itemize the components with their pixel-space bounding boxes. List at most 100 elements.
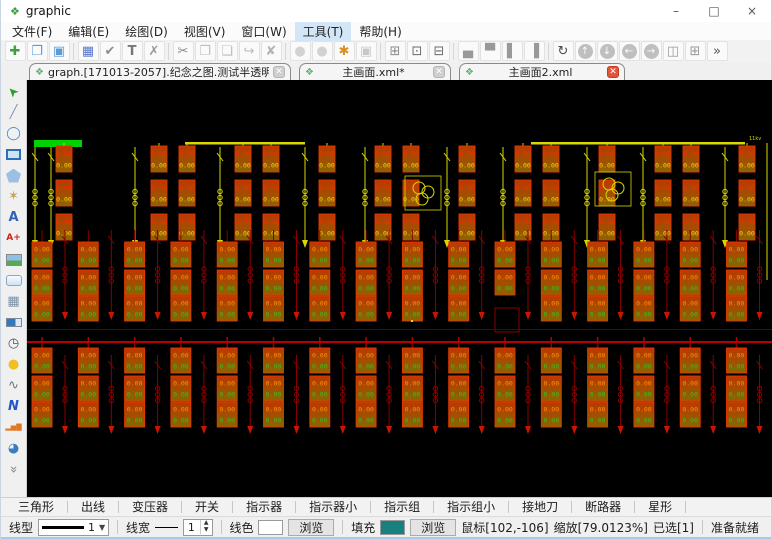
nav-left-icon[interactable]: ← bbox=[619, 41, 640, 61]
nav-right-icon[interactable]: → bbox=[641, 41, 662, 61]
svg-text:0.00: 0.00 bbox=[127, 311, 143, 319]
new-file-icon[interactable]: ✚ bbox=[5, 41, 26, 61]
erase-icon[interactable]: ✗ bbox=[144, 41, 165, 61]
close-button[interactable]: × bbox=[733, 0, 771, 22]
save-copy-icon[interactable]: ▣ bbox=[356, 41, 377, 61]
align-top-icon[interactable]: ▀ bbox=[480, 41, 501, 61]
line-tool-icon[interactable]: ╱ bbox=[2, 102, 26, 123]
menu-h[interactable]: 帮助(H) bbox=[351, 22, 409, 41]
component-button-5[interactable]: 指示器 bbox=[233, 499, 295, 516]
menu-d[interactable]: 绘图(D) bbox=[117, 22, 176, 41]
paste-icon[interactable]: ❏ bbox=[217, 41, 238, 61]
image-tool[interactable] bbox=[2, 249, 26, 270]
component-button-3[interactable]: 变压器 bbox=[119, 499, 181, 516]
component-button-1[interactable]: 三角形 bbox=[5, 499, 67, 516]
settings-gear-icon[interactable]: ✱ bbox=[334, 41, 355, 61]
component-button-2[interactable]: 出线 bbox=[68, 499, 118, 516]
curve-chart-tool-icon[interactable]: ∿ bbox=[2, 375, 26, 396]
window-split-icon[interactable]: ◫ bbox=[663, 41, 684, 61]
text-add-tool-icon[interactable]: A+ bbox=[2, 228, 26, 249]
component-button-10[interactable]: 断路器 bbox=[572, 499, 634, 516]
toolbar-separator bbox=[453, 43, 454, 60]
svg-text:0.00: 0.00 bbox=[497, 274, 513, 282]
svg-text:0.00: 0.00 bbox=[266, 285, 282, 293]
menu-v[interactable]: 视图(V) bbox=[176, 22, 234, 41]
line-color-swatch[interactable] bbox=[258, 520, 283, 535]
svg-text:0.00: 0.00 bbox=[599, 218, 615, 226]
grid-snap-icon[interactable]: ▦ bbox=[78, 41, 99, 61]
document-tab-3[interactable]: ❖主画面2.xml✕ bbox=[459, 63, 625, 80]
minimize-button[interactable]: – bbox=[657, 0, 695, 22]
table-widget-tool-glyph: ▦ bbox=[7, 295, 19, 308]
line-chart-tool-icon[interactable]: N bbox=[2, 396, 26, 417]
redo-icon[interactable]: ● bbox=[312, 41, 333, 61]
menu-t[interactable]: 工具(T) bbox=[295, 22, 352, 41]
tab-close-icon[interactable]: ✕ bbox=[607, 66, 619, 78]
component-button-4[interactable]: 开关 bbox=[182, 499, 232, 516]
bulb-widget-tool-icon[interactable]: ● bbox=[2, 354, 26, 375]
svg-text:0.00: 0.00 bbox=[683, 184, 699, 192]
toolbar-overflow-icon[interactable]: » bbox=[707, 41, 728, 61]
menu-f[interactable]: 文件(F) bbox=[4, 22, 60, 41]
line-type-dropdown[interactable]: 1 ▼ bbox=[38, 519, 109, 536]
rectangle-tool[interactable] bbox=[2, 144, 26, 165]
open-folder-icon[interactable]: ❐ bbox=[27, 41, 48, 61]
line-width-stepper[interactable]: 1 ▲▼ bbox=[183, 519, 213, 536]
tab-close-icon[interactable]: ✕ bbox=[273, 66, 285, 78]
refresh-icon[interactable]: ↻ bbox=[553, 41, 574, 61]
table-widget-tool-icon[interactable]: ▦ bbox=[2, 291, 26, 312]
align-bottom-icon[interactable]: ▄ bbox=[458, 41, 479, 61]
component-button-6[interactable]: 指示器小 bbox=[296, 499, 370, 516]
align-left-icon[interactable]: ▌ bbox=[502, 41, 523, 61]
document-tab-1[interactable]: ❖graph.[171013-2057].纪念之图.测试半透明.xml✕ bbox=[29, 63, 291, 80]
svg-text:0.00: 0.00 bbox=[80, 257, 96, 265]
slider-widget-tool[interactable] bbox=[2, 312, 26, 333]
text-tool-icon[interactable]: A bbox=[2, 207, 26, 228]
menu-w[interactable]: 窗口(W) bbox=[233, 22, 294, 41]
pie-chart-tool-icon[interactable]: ◕ bbox=[2, 438, 26, 459]
fill-color-swatch[interactable] bbox=[380, 520, 405, 535]
svg-text:0.00: 0.00 bbox=[375, 150, 391, 158]
line-color-browse-button[interactable]: 浏览 bbox=[288, 519, 334, 536]
nav-up-icon[interactable]: ↑ bbox=[575, 41, 596, 61]
ungroup-icon[interactable]: ⊟ bbox=[429, 41, 450, 61]
main-area: ➤╱◯✶AA+▦◷●∿N▂▅▇◕« 11kv0.000.000.000.000.… bbox=[1, 80, 771, 497]
component-button-7[interactable]: 指示组 bbox=[371, 499, 433, 516]
component-button-9[interactable]: 接地刀 bbox=[509, 499, 571, 516]
pentagon-tool[interactable] bbox=[2, 165, 26, 186]
cut-icon[interactable]: ✂ bbox=[173, 41, 194, 61]
maximize-button[interactable]: □ bbox=[695, 0, 733, 22]
save-icon[interactable]: ▣ bbox=[49, 41, 70, 61]
tab-close-icon[interactable]: ✕ bbox=[433, 66, 445, 78]
select-tool-icon[interactable]: ➤ bbox=[2, 81, 26, 102]
nav-down-icon[interactable]: ↓ bbox=[597, 41, 618, 61]
component-button-8[interactable]: 指示组小 bbox=[434, 499, 508, 516]
align-right-icon[interactable]: ▐ bbox=[524, 41, 545, 61]
ellipse-tool-icon[interactable]: ◯ bbox=[2, 123, 26, 144]
more-tools-chevron-icon[interactable]: « bbox=[2, 459, 26, 480]
confirm-check-icon[interactable]: ✔ bbox=[100, 41, 121, 61]
undo-icon[interactable]: ● bbox=[290, 41, 311, 61]
text-format-icon[interactable]: T bbox=[122, 41, 143, 61]
copy-icon[interactable]: ❐ bbox=[195, 41, 216, 61]
hierarchy-icon[interactable]: ⊞ bbox=[385, 41, 406, 61]
polygon-tool-icon[interactable]: ✶ bbox=[2, 186, 26, 207]
schematic-diagram: 11kv0.000.000.000.000.000.000.000.000.00… bbox=[27, 80, 772, 497]
button-widget-tool[interactable] bbox=[2, 270, 26, 291]
bar-chart-tool-icon[interactable]: ▂▅▇ bbox=[2, 417, 26, 438]
clock-widget-tool-icon[interactable]: ◷ bbox=[2, 333, 26, 354]
svg-text:0.00: 0.00 bbox=[403, 184, 419, 192]
stepper-arrows-icon[interactable]: ▲▼ bbox=[200, 520, 212, 533]
svg-text:0.00: 0.00 bbox=[636, 352, 652, 360]
group-icon[interactable]: ⊡ bbox=[407, 41, 428, 61]
document-tab-2[interactable]: ❖主画面.xml*✕ bbox=[299, 63, 451, 80]
window-grid-icon[interactable]: ⊞ bbox=[685, 41, 706, 61]
delete-icon[interactable]: ✘ bbox=[261, 41, 282, 61]
svg-text:0.00: 0.00 bbox=[497, 246, 513, 254]
svg-text:0.00: 0.00 bbox=[319, 218, 335, 226]
fill-browse-button[interactable]: 浏览 bbox=[410, 519, 456, 536]
component-button-11[interactable]: 星形 bbox=[635, 499, 685, 516]
import-icon[interactable]: ↪ bbox=[239, 41, 260, 61]
menu-e[interactable]: 编辑(E) bbox=[60, 22, 117, 41]
drawing-canvas[interactable]: 11kv0.000.000.000.000.000.000.000.000.00… bbox=[27, 80, 771, 497]
